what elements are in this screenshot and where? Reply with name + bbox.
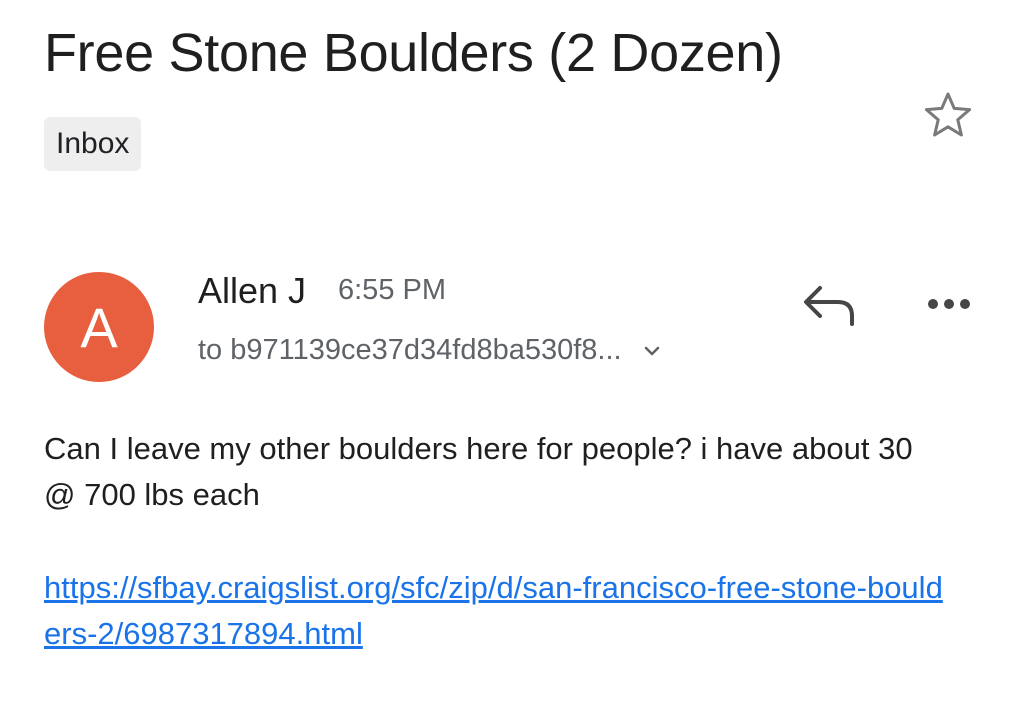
craigslist-link[interactable]: https://sfbay.craigslist.org/sfc/zip/d/s… — [44, 565, 944, 657]
sender-name[interactable]: Allen J — [198, 270, 306, 312]
star-icon[interactable] — [918, 86, 978, 146]
sent-time: 6:55 PM — [338, 274, 446, 306]
avatar-initial: A — [80, 295, 118, 359]
chevron-down-icon[interactable] — [642, 344, 662, 358]
inbox-label-chip[interactable]: Inbox — [44, 117, 142, 171]
sender-avatar[interactable]: A — [44, 272, 154, 382]
recipient-details-toggle[interactable]: to b971139ce37d34fd8ba530f8... — [198, 334, 662, 367]
email-body: Can I leave my other boulders here for p… — [44, 431, 913, 512]
recipient-text: to b971139ce37d34fd8ba530f8... — [198, 334, 622, 366]
email-view: Free Stone Boulders (2 Dozen) Inbox A Al… — [0, 0, 1024, 722]
reply-icon[interactable] — [800, 282, 860, 328]
email-subject: Free Stone Boulders (2 Dozen) — [44, 23, 783, 83]
more-options-icon[interactable] — [924, 292, 974, 316]
